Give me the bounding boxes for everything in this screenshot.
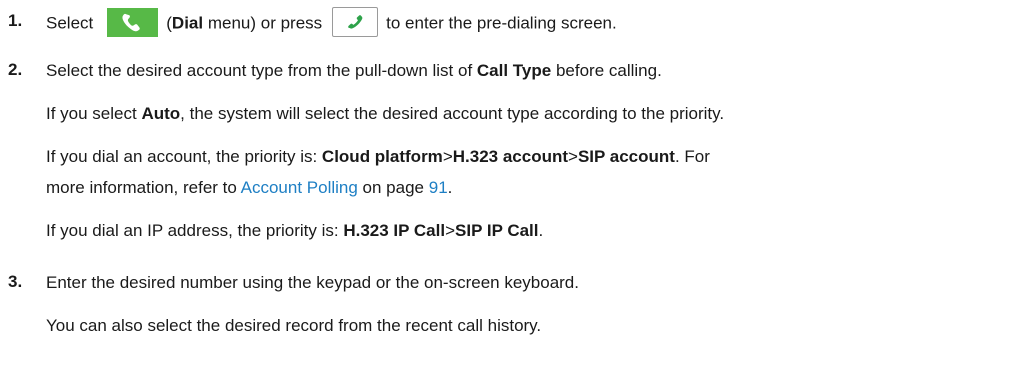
step-2-text: Select the desired account type from the…: [46, 60, 662, 81]
priority-separator: >: [568, 147, 578, 166]
account-polling-link[interactable]: Account Polling: [241, 178, 358, 197]
step-3: 3. Enter the desired number using the ke…: [0, 272, 579, 293]
ip-priority-paragraph: If you dial an IP address, the priority …: [46, 220, 543, 241]
auto-label: Auto: [141, 104, 181, 123]
sip-ip-call-label: SIP IP Call: [455, 221, 539, 240]
page-number-link[interactable]: 91: [429, 178, 448, 197]
step-1-rest: to enter the pre-dialing screen.: [386, 13, 617, 33]
cloud-platform-label: Cloud platform: [321, 147, 443, 166]
account-priority-tail: . For: [674, 147, 710, 166]
h323-ip-call-label: H.323 IP Call: [343, 221, 446, 240]
call-history-paragraph: You can also select the desired record f…: [46, 316, 542, 335]
more-info-text: more information, refer to: [46, 178, 241, 197]
dial-menu-label: Dial: [171, 13, 204, 33]
step-2-text-b: before calling.: [551, 61, 662, 80]
sip-account-label: SIP account: [577, 147, 675, 166]
auto-text-a: If you select: [46, 104, 142, 123]
step-2: 2. Select the desired account type from …: [0, 60, 662, 81]
step-number: 1.: [8, 11, 23, 30]
priority-separator: >: [445, 221, 456, 240]
period: .: [447, 178, 453, 197]
h323-account-label: H.323 account: [452, 147, 569, 166]
call-type-label: Call Type: [476, 61, 552, 80]
document-body: 1. Select (Dial menu) or press to enter th…: [0, 0, 1022, 379]
auto-text-b: , the system will select the desired acc…: [180, 104, 725, 123]
priority-separator: >: [442, 147, 453, 166]
auto-paragraph: If you select Auto, the system will sele…: [46, 103, 724, 124]
select-text: Select: [46, 13, 94, 33]
menu-or-press-text: menu) or press: [203, 13, 323, 33]
step-3-text: Enter the desired number using the keypa…: [46, 273, 579, 292]
account-priority-text: If you dial an account, the priority is:: [46, 147, 322, 166]
step-number: 2.: [8, 60, 23, 79]
account-priority-line-2: more information, refer to Account Polli…: [46, 177, 452, 198]
step-2-text-a: Select the desired account type from the…: [46, 61, 477, 80]
phone-handset-icon[interactable]: [107, 7, 159, 37]
step-1: 1. Select (Dial menu) or press to enter th…: [0, 7, 617, 37]
account-priority-line-1: If you dial an account, the priority is:…: [46, 146, 710, 167]
ip-priority-text: If you dial an IP address, the priority …: [46, 221, 344, 240]
step-1-text: Select (Dial menu) or press to enter the p…: [46, 7, 617, 37]
on-page-text: on page: [357, 178, 429, 197]
step-number: 3.: [8, 272, 23, 291]
period: .: [538, 221, 544, 240]
offhook-key-icon[interactable]: [332, 7, 379, 37]
